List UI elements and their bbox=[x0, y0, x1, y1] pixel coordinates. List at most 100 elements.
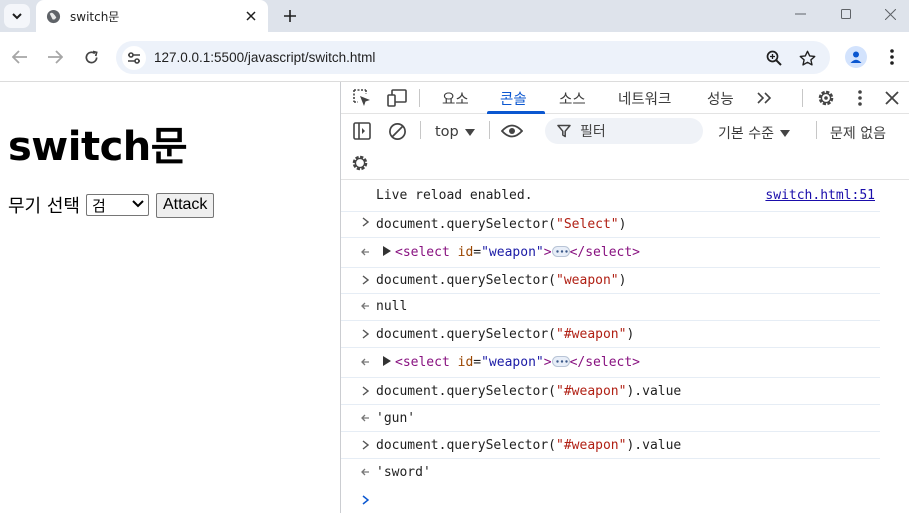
console-result-line: 'sword' bbox=[341, 459, 880, 486]
console-message: Live reload enabled. switch.html:51 bbox=[341, 186, 880, 212]
console-toolbar: top 필터 기본 수준 문제 없음 bbox=[341, 114, 909, 180]
profile-avatar[interactable] bbox=[845, 46, 867, 68]
minimize-icon bbox=[794, 13, 806, 15]
attack-button[interactable]: Attack bbox=[155, 192, 215, 218]
issues-count[interactable]: 문제 없음 bbox=[830, 123, 886, 143]
code-text: document.querySelector( bbox=[376, 438, 557, 453]
console-output: Live reload enabled. switch.html:51 docu… bbox=[341, 180, 909, 513]
result-arrow-icon bbox=[359, 245, 371, 259]
browser-tab[interactable]: switch문 bbox=[36, 0, 268, 32]
expand-triangle-icon[interactable] bbox=[383, 245, 391, 256]
device-toolbar-button[interactable] bbox=[386, 87, 408, 109]
arrow-right-icon bbox=[48, 50, 63, 64]
clear-console-button[interactable] bbox=[386, 120, 408, 142]
context-select[interactable]: top bbox=[435, 124, 475, 140]
tab-sources[interactable]: 소스 bbox=[559, 88, 586, 109]
maximize-button[interactable] bbox=[823, 0, 869, 28]
code-string: "weapon" bbox=[556, 273, 619, 288]
star-icon bbox=[799, 50, 815, 66]
console-input-line: document.querySelector("Select") bbox=[341, 212, 880, 238]
close-icon bbox=[246, 11, 256, 21]
settings-button[interactable] bbox=[815, 87, 837, 109]
site-info-button[interactable] bbox=[122, 46, 146, 70]
element-node[interactable]: <select id="weapon"> </select> bbox=[383, 245, 640, 260]
weapon-row: 무기 선택 검 Attack bbox=[8, 192, 215, 218]
tune-icon bbox=[128, 52, 140, 64]
ellipsis-icon[interactable] bbox=[551, 246, 570, 257]
sidebar-icon bbox=[353, 122, 371, 140]
double-chevron-right-icon bbox=[757, 92, 772, 104]
bookmark-button[interactable] bbox=[798, 49, 816, 67]
input-prompt-icon bbox=[359, 273, 371, 287]
weapon-label: 무기 선택 bbox=[8, 196, 80, 217]
live-expression-button[interactable] bbox=[501, 120, 523, 142]
devtools-tabbar: 요소 콘솔 소스 네트워크 성능 bbox=[341, 82, 909, 114]
more-tabs-button[interactable] bbox=[753, 87, 775, 109]
devtools-menu-button[interactable] bbox=[849, 87, 871, 109]
back-button[interactable] bbox=[8, 45, 32, 69]
log-level-value: 기본 수준 bbox=[718, 126, 774, 142]
tab-close-button[interactable] bbox=[243, 8, 259, 24]
more-vertical-icon bbox=[858, 90, 862, 106]
tab-elements[interactable]: 요소 bbox=[442, 88, 469, 109]
filter-icon bbox=[557, 124, 571, 138]
console-result-line: <select id="weapon"> </select> bbox=[341, 348, 880, 378]
filter-placeholder: 필터 bbox=[580, 124, 606, 140]
ellipsis-icon[interactable] bbox=[551, 356, 570, 367]
code-text: ) bbox=[618, 217, 627, 232]
tab-network[interactable]: 네트워크 bbox=[618, 88, 671, 109]
browser-toolbar: 127.0.0.1:5500/javascript/switch.html bbox=[0, 32, 909, 82]
console-prompt[interactable] bbox=[359, 493, 371, 507]
console-input-line: document.querySelector("#weapon") bbox=[341, 321, 880, 348]
source-link[interactable]: switch.html:51 bbox=[765, 188, 875, 203]
result-value: 'sword' bbox=[376, 465, 431, 480]
code-text: document.querySelector( bbox=[376, 273, 557, 288]
address-bar[interactable]: 127.0.0.1:5500/javascript/switch.html bbox=[116, 41, 830, 74]
zoom-button[interactable] bbox=[765, 49, 783, 67]
console-input-line: document.querySelector("#weapon").value bbox=[341, 432, 880, 459]
inspect-element-button[interactable] bbox=[351, 87, 373, 109]
input-prompt-icon bbox=[359, 438, 371, 452]
code-text: ) bbox=[626, 327, 635, 342]
reload-button[interactable] bbox=[79, 45, 103, 69]
context-value: top bbox=[435, 124, 459, 140]
input-prompt-icon bbox=[359, 215, 371, 229]
result-arrow-icon bbox=[359, 355, 371, 369]
new-tab-button[interactable] bbox=[280, 6, 300, 26]
close-icon bbox=[885, 91, 899, 105]
message-text: Live reload enabled. bbox=[376, 188, 533, 203]
code-text: document.querySelector( bbox=[376, 384, 557, 399]
caret-down-icon bbox=[464, 128, 475, 136]
toolbar-divider bbox=[420, 121, 421, 139]
expand-triangle-icon[interactable] bbox=[383, 355, 391, 366]
chevron-down-icon bbox=[12, 12, 22, 19]
code-text: ) bbox=[618, 273, 627, 288]
weapon-select[interactable]: 검 bbox=[85, 194, 149, 216]
console-result-line: null bbox=[341, 294, 880, 321]
block-icon bbox=[388, 122, 406, 140]
element-node[interactable]: <select id="weapon"> </select> bbox=[383, 355, 640, 370]
close-window-button[interactable] bbox=[867, 0, 909, 28]
code-text: document.querySelector( bbox=[376, 327, 557, 342]
person-icon bbox=[850, 51, 862, 63]
plus-icon bbox=[284, 10, 296, 22]
input-prompt-icon bbox=[359, 384, 371, 398]
close-icon bbox=[884, 8, 896, 20]
log-level-select[interactable]: 기본 수준 bbox=[718, 123, 790, 143]
browser-menu-button[interactable] bbox=[884, 46, 900, 68]
tab-performance[interactable]: 성능 bbox=[707, 88, 734, 109]
tab-search-button[interactable] bbox=[4, 4, 30, 28]
devtools-panel: 요소 콘솔 소스 네트워크 성능 top 필터 기본 수준 문제 없음 Live… bbox=[340, 82, 909, 513]
code-text: document.querySelector( bbox=[376, 217, 557, 232]
tab-console[interactable]: 콘솔 bbox=[500, 88, 527, 109]
sidebar-toggle-button[interactable] bbox=[351, 120, 373, 142]
console-filter-input[interactable]: 필터 bbox=[545, 118, 703, 144]
chevron-down-icon bbox=[132, 200, 144, 208]
caret-down-icon bbox=[779, 129, 790, 137]
console-settings-button[interactable] bbox=[349, 152, 371, 174]
code-text: ).value bbox=[626, 438, 682, 453]
console-input-line: document.querySelector("weapon") bbox=[341, 268, 880, 294]
close-devtools-button[interactable] bbox=[881, 87, 903, 109]
forward-button[interactable] bbox=[43, 45, 67, 69]
minimize-button[interactable] bbox=[777, 0, 823, 28]
